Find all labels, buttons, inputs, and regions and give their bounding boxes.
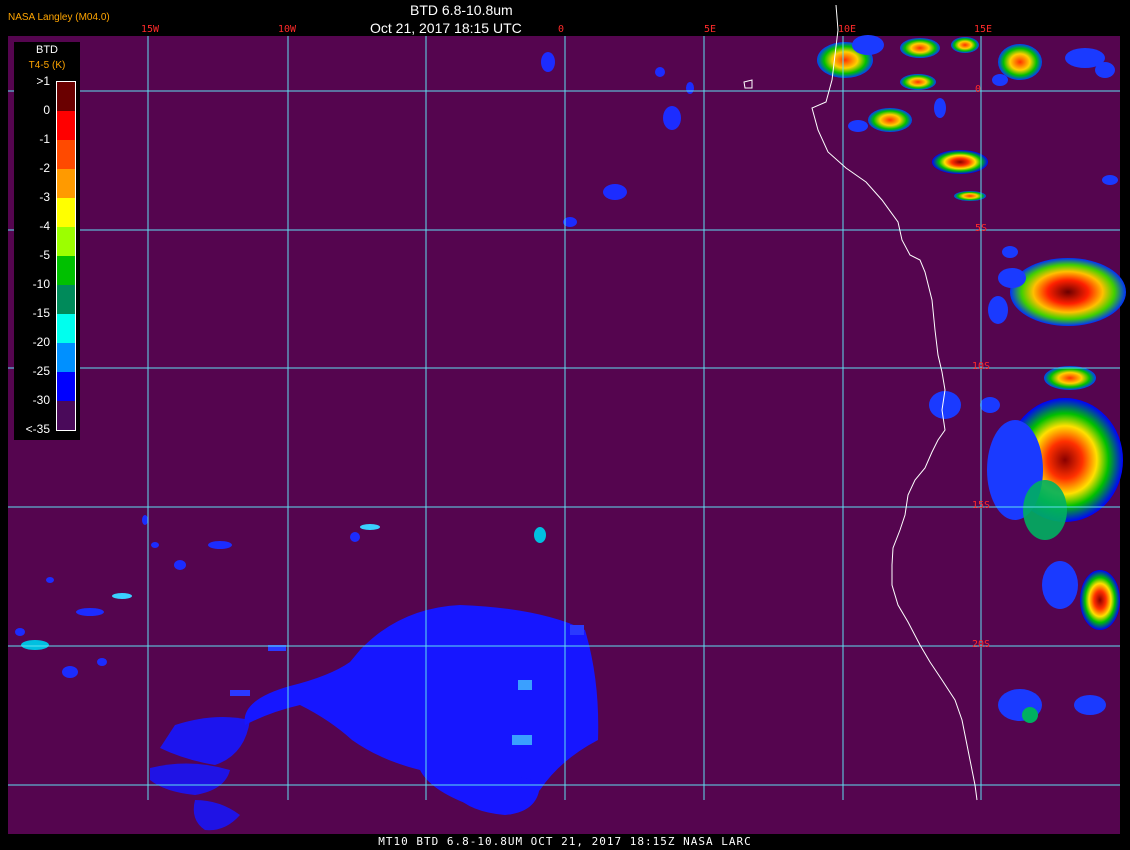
color-legend: BTD T4-5 (K) >1 0 -1 -2 -3 -4 -5 -10 -15 -20 -25 -3… [14,42,80,440]
credit-label: NASA Langley (M04.0) [8,12,110,23]
lon-label-10w: 10W [278,24,297,35]
legend-swatch [57,343,75,372]
image-title: BTD 6.8-10.8um [410,2,513,18]
lat-label-10s: 10S [972,361,991,372]
legend-swatch [57,285,75,314]
legend-label: >1 [36,74,50,88]
legend-label: -15 [32,306,50,320]
lon-label-5e: 5E [704,24,717,35]
legend-swatch [57,198,75,227]
legend-label: 0 [43,103,50,117]
lon-label-0: 0 [558,24,565,35]
footer-caption: MT10 BTD 6.8-10.8UM OCT 21, 2017 18:15Z … [0,834,1130,850]
lat-label-15s: 15S [972,500,991,511]
legend-swatch [57,82,75,111]
legend-label: -4 [39,219,50,233]
lon-label-10e: 10E [838,24,857,35]
legend-label: -2 [39,161,50,175]
legend-label: -30 [32,393,50,407]
legend-label: -25 [32,364,50,378]
legend-swatch [57,169,75,198]
lon-label-15e: 15E [974,24,993,35]
legend-label: -20 [32,335,50,349]
legend-swatch [57,372,75,401]
legend-color-bar [56,81,76,431]
lon-label-15w: 15W [141,24,160,35]
legend-subtitle: T4-5 (K) [28,60,66,71]
legend-swatch [57,140,75,169]
lat-label-5s: 5S [975,223,988,234]
legend-swatch [57,111,75,140]
legend-label: -5 [39,248,50,262]
legend-swatch [57,227,75,256]
legend-label: -1 [39,132,50,146]
lat-label-0: 0 [975,84,982,95]
legend-label: -10 [32,277,50,291]
legend-swatch [57,401,75,430]
image-datetime: Oct 21, 2017 18:15 UTC [370,20,522,36]
satellite-map [8,4,1126,834]
lat-label-20s: 20S [972,639,991,650]
legend-label: <-35 [25,422,50,436]
legend-title: BTD [36,44,58,56]
legend-swatch [57,314,75,343]
legend-label: -3 [39,190,50,204]
legend-swatch [57,256,75,285]
